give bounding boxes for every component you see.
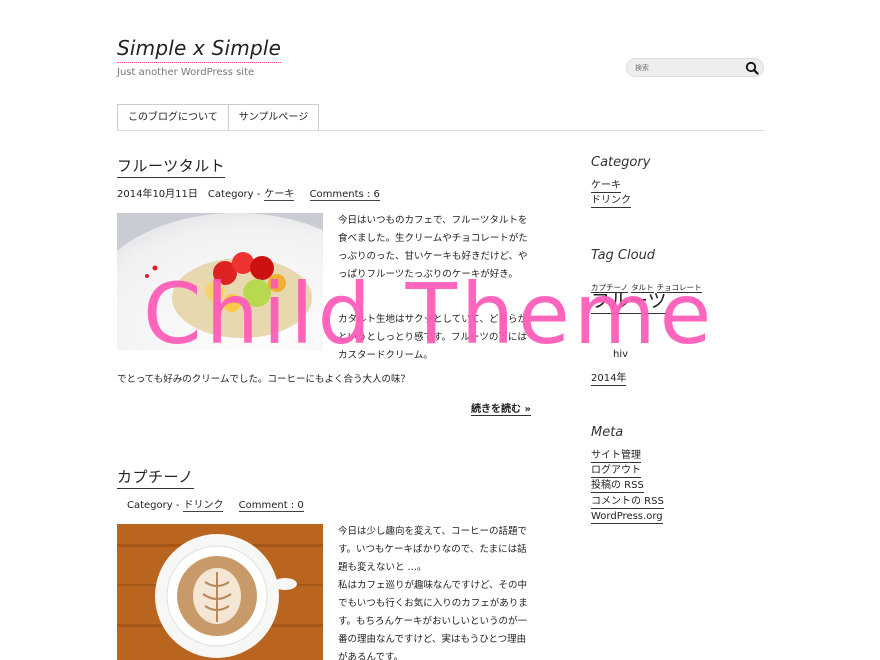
- post-title-fruit-tart[interactable]: フルーツタルト: [117, 155, 226, 178]
- widget-title-archives-partial: hiv: [613, 349, 629, 360]
- meta-comments-rss[interactable]: コメントの RSS: [591, 496, 664, 509]
- archive-link[interactable]: 2014年: [591, 373, 627, 386]
- read-more-link[interactable]: 続きを読む »: [471, 400, 531, 416]
- post-thumbnail-fruit-tart[interactable]: [117, 213, 323, 350]
- meta-posts-rss[interactable]: 投稿の RSS: [591, 480, 644, 493]
- post-paragraph: 私はカフェ巡りが趣味なんですけど、その中でもいつも行くお気に入りのカフェがありま…: [338, 580, 528, 660]
- meta-wordpress-org[interactable]: WordPress.org: [591, 511, 663, 524]
- category-label: Category -: [207, 189, 261, 200]
- post-title-cappuccino[interactable]: カプチーノ: [117, 466, 194, 489]
- main-nav: このブログについて サンプルページ: [117, 104, 320, 131]
- meta-site-admin[interactable]: サイト管理: [591, 450, 641, 463]
- post-meta: 2014年10月11日 Category - ケーキ Comments : 6: [117, 185, 380, 201]
- comments-link[interactable]: Comment : 0: [238, 500, 304, 512]
- widget-title-meta: Meta: [591, 425, 624, 440]
- post-meta: Category - ドリンク Comment : 0: [117, 496, 304, 512]
- site-description: Just another WordPress site: [117, 67, 255, 78]
- post-paragraph: でとっても好みのクリームでした。コーヒーにもよく合う大人の味？: [117, 374, 410, 385]
- meta-logout[interactable]: ログアウト: [591, 465, 641, 478]
- post-paragraph: 今日はいつものカフェで、フルーツタルトを食べました。生クリームやチョコレートがた…: [338, 215, 528, 280]
- category-link[interactable]: ケーキ: [264, 189, 295, 201]
- post-paragraph: 今日は少し趣向を変えて、コーヒーの話題です。いつもケーキばかりなので、たまには話…: [338, 526, 528, 573]
- nav-divider: [117, 130, 764, 131]
- tag-fruit[interactable]: フルーツ: [591, 286, 667, 314]
- post-date: 2014年10月11日: [117, 189, 198, 200]
- category-link[interactable]: ドリンク: [183, 500, 224, 512]
- sidebar-category-cake[interactable]: ケーキ: [591, 180, 621, 193]
- site-title[interactable]: Simple x Simple: [117, 36, 282, 63]
- sidebar-category-drink[interactable]: ドリンク: [591, 195, 631, 208]
- search-icon[interactable]: [745, 61, 759, 75]
- comments-link[interactable]: Comments : 6: [309, 189, 380, 201]
- widget-title-category: Category: [591, 155, 651, 170]
- search-box[interactable]: [626, 58, 764, 77]
- post-paragraph: カタルト生地はサクッとしていて、どちらかというとしっとり感です。フルーツの下には…: [338, 314, 527, 361]
- category-label: Category -: [127, 500, 180, 511]
- search-input[interactable]: [635, 62, 745, 74]
- nav-item-about[interactable]: このブログについて: [117, 104, 229, 131]
- widget-title-tag-cloud: Tag Cloud: [591, 248, 656, 263]
- nav-item-sample-page[interactable]: サンプルページ: [228, 104, 320, 131]
- post-thumbnail-cappuccino[interactable]: [117, 524, 323, 660]
